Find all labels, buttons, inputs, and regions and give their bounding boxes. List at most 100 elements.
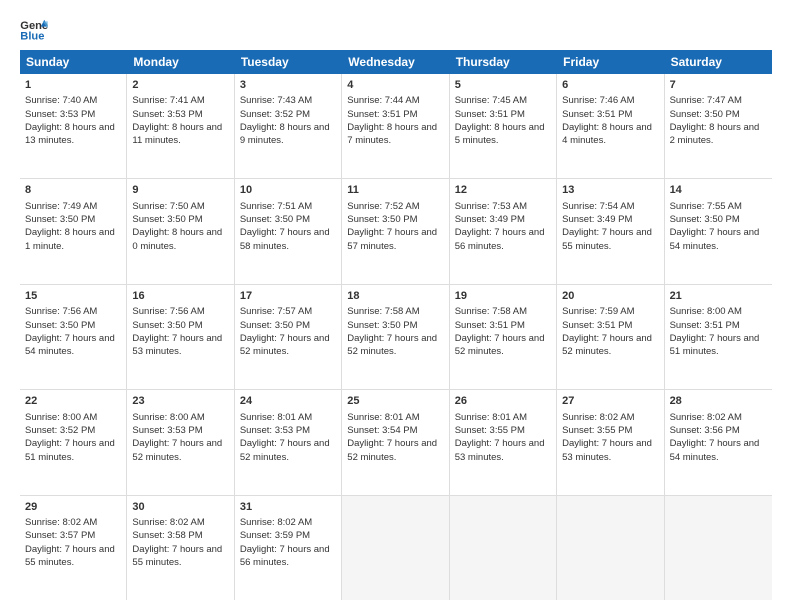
sunset-info: Sunset: 3:57 PM: [25, 529, 121, 542]
sunrise-info: Sunrise: 8:00 AM: [670, 305, 767, 318]
daylight-label: Daylight: 7 hours and 55 minutes.: [25, 543, 121, 570]
sunset-info: Sunset: 3:50 PM: [347, 319, 443, 332]
sunrise-info: Sunrise: 7:56 AM: [132, 305, 228, 318]
sunrise-info: Sunrise: 7:57 AM: [240, 305, 336, 318]
calendar-row-2: 8Sunrise: 7:49 AMSunset: 3:50 PMDaylight…: [20, 179, 772, 284]
sunset-info: Sunset: 3:51 PM: [562, 108, 658, 121]
day-cell-5: 5Sunrise: 7:45 AMSunset: 3:51 PMDaylight…: [450, 74, 557, 178]
day-cell-7: 7Sunrise: 7:47 AMSunset: 3:50 PMDaylight…: [665, 74, 772, 178]
day-cell-31: 31Sunrise: 8:02 AMSunset: 3:59 PMDayligh…: [235, 496, 342, 600]
sunrise-info: Sunrise: 8:01 AM: [240, 411, 336, 424]
calendar-body: 1Sunrise: 7:40 AMSunset: 3:53 PMDaylight…: [20, 74, 772, 600]
sunrise-info: Sunrise: 7:46 AM: [562, 94, 658, 107]
sunset-info: Sunset: 3:58 PM: [132, 529, 228, 542]
sunset-info: Sunset: 3:50 PM: [670, 213, 767, 226]
sunrise-info: Sunrise: 8:00 AM: [25, 411, 121, 424]
calendar-row-3: 15Sunrise: 7:56 AMSunset: 3:50 PMDayligh…: [20, 285, 772, 390]
sunset-info: Sunset: 3:50 PM: [132, 319, 228, 332]
daylight-label: Daylight: 7 hours and 53 minutes.: [455, 437, 551, 464]
day-number: 11: [347, 183, 443, 198]
day-number: 8: [25, 183, 121, 198]
daylight-label: Daylight: 8 hours and 4 minutes.: [562, 121, 658, 148]
sunrise-info: Sunrise: 8:02 AM: [670, 411, 767, 424]
daylight-label: Daylight: 7 hours and 52 minutes.: [347, 332, 443, 359]
day-number: 2: [132, 78, 228, 93]
day-number: 4: [347, 78, 443, 93]
sunset-info: Sunset: 3:56 PM: [670, 424, 767, 437]
day-number: 7: [670, 78, 767, 93]
day-cell-21: 21Sunrise: 8:00 AMSunset: 3:51 PMDayligh…: [665, 285, 772, 389]
day-cell-9: 9Sunrise: 7:50 AMSunset: 3:50 PMDaylight…: [127, 179, 234, 283]
sunset-info: Sunset: 3:55 PM: [562, 424, 658, 437]
day-number: 3: [240, 78, 336, 93]
day-number: 29: [25, 500, 121, 515]
sunrise-info: Sunrise: 7:49 AM: [25, 200, 121, 213]
daylight-label: Daylight: 7 hours and 52 minutes.: [240, 332, 336, 359]
day-cell-11: 11Sunrise: 7:52 AMSunset: 3:50 PMDayligh…: [342, 179, 449, 283]
day-cell-3: 3Sunrise: 7:43 AMSunset: 3:52 PMDaylight…: [235, 74, 342, 178]
day-cell-2: 2Sunrise: 7:41 AMSunset: 3:53 PMDaylight…: [127, 74, 234, 178]
day-cell-20: 20Sunrise: 7:59 AMSunset: 3:51 PMDayligh…: [557, 285, 664, 389]
sunrise-info: Sunrise: 7:56 AM: [25, 305, 121, 318]
sunset-info: Sunset: 3:51 PM: [670, 319, 767, 332]
day-cell-28: 28Sunrise: 8:02 AMSunset: 3:56 PMDayligh…: [665, 390, 772, 494]
daylight-label: Daylight: 8 hours and 11 minutes.: [132, 121, 228, 148]
day-number: 16: [132, 289, 228, 304]
day-number: 28: [670, 394, 767, 409]
sunset-info: Sunset: 3:50 PM: [347, 213, 443, 226]
sunset-info: Sunset: 3:50 PM: [240, 213, 336, 226]
daylight-label: Daylight: 7 hours and 52 minutes.: [455, 332, 551, 359]
sunset-info: Sunset: 3:53 PM: [132, 424, 228, 437]
logo-icon: General Blue: [20, 18, 48, 42]
sunset-info: Sunset: 3:49 PM: [455, 213, 551, 226]
day-cell-17: 17Sunrise: 7:57 AMSunset: 3:50 PMDayligh…: [235, 285, 342, 389]
day-number: 24: [240, 394, 336, 409]
sunrise-info: Sunrise: 8:02 AM: [562, 411, 658, 424]
day-cell-6: 6Sunrise: 7:46 AMSunset: 3:51 PMDaylight…: [557, 74, 664, 178]
day-number: 5: [455, 78, 551, 93]
calendar: SundayMondayTuesdayWednesdayThursdayFrid…: [20, 50, 772, 600]
calendar-row-5: 29Sunrise: 8:02 AMSunset: 3:57 PMDayligh…: [20, 496, 772, 600]
sunrise-info: Sunrise: 7:45 AM: [455, 94, 551, 107]
empty-cell: [342, 496, 449, 600]
day-cell-29: 29Sunrise: 8:02 AMSunset: 3:57 PMDayligh…: [20, 496, 127, 600]
sunset-info: Sunset: 3:51 PM: [455, 108, 551, 121]
daylight-label: Daylight: 8 hours and 2 minutes.: [670, 121, 767, 148]
sunrise-info: Sunrise: 8:01 AM: [347, 411, 443, 424]
day-cell-10: 10Sunrise: 7:51 AMSunset: 3:50 PMDayligh…: [235, 179, 342, 283]
sunrise-info: Sunrise: 7:59 AM: [562, 305, 658, 318]
sunset-info: Sunset: 3:50 PM: [25, 319, 121, 332]
sunrise-info: Sunrise: 7:41 AM: [132, 94, 228, 107]
day-cell-8: 8Sunrise: 7:49 AMSunset: 3:50 PMDaylight…: [20, 179, 127, 283]
header-day-thursday: Thursday: [450, 50, 557, 74]
day-number: 17: [240, 289, 336, 304]
day-cell-4: 4Sunrise: 7:44 AMSunset: 3:51 PMDaylight…: [342, 74, 449, 178]
sunrise-info: Sunrise: 7:52 AM: [347, 200, 443, 213]
sunrise-info: Sunrise: 7:44 AM: [347, 94, 443, 107]
day-number: 20: [562, 289, 658, 304]
day-number: 9: [132, 183, 228, 198]
sunset-info: Sunset: 3:59 PM: [240, 529, 336, 542]
daylight-label: Daylight: 7 hours and 55 minutes.: [562, 226, 658, 253]
header-day-monday: Monday: [127, 50, 234, 74]
day-number: 30: [132, 500, 228, 515]
logo: General Blue: [20, 18, 48, 42]
daylight-label: Daylight: 7 hours and 51 minutes.: [25, 437, 121, 464]
day-cell-19: 19Sunrise: 7:58 AMSunset: 3:51 PMDayligh…: [450, 285, 557, 389]
daylight-label: Daylight: 7 hours and 58 minutes.: [240, 226, 336, 253]
sunrise-info: Sunrise: 7:55 AM: [670, 200, 767, 213]
sunset-info: Sunset: 3:53 PM: [240, 424, 336, 437]
day-cell-22: 22Sunrise: 8:00 AMSunset: 3:52 PMDayligh…: [20, 390, 127, 494]
sunrise-info: Sunrise: 8:02 AM: [25, 516, 121, 529]
day-number: 27: [562, 394, 658, 409]
daylight-label: Daylight: 8 hours and 7 minutes.: [347, 121, 443, 148]
day-cell-1: 1Sunrise: 7:40 AMSunset: 3:53 PMDaylight…: [20, 74, 127, 178]
header-day-friday: Friday: [557, 50, 664, 74]
header-day-sunday: Sunday: [20, 50, 127, 74]
day-number: 21: [670, 289, 767, 304]
sunrise-info: Sunrise: 7:47 AM: [670, 94, 767, 107]
day-cell-25: 25Sunrise: 8:01 AMSunset: 3:54 PMDayligh…: [342, 390, 449, 494]
daylight-label: Daylight: 7 hours and 56 minutes.: [240, 543, 336, 570]
day-number: 6: [562, 78, 658, 93]
daylight-label: Daylight: 7 hours and 54 minutes.: [25, 332, 121, 359]
